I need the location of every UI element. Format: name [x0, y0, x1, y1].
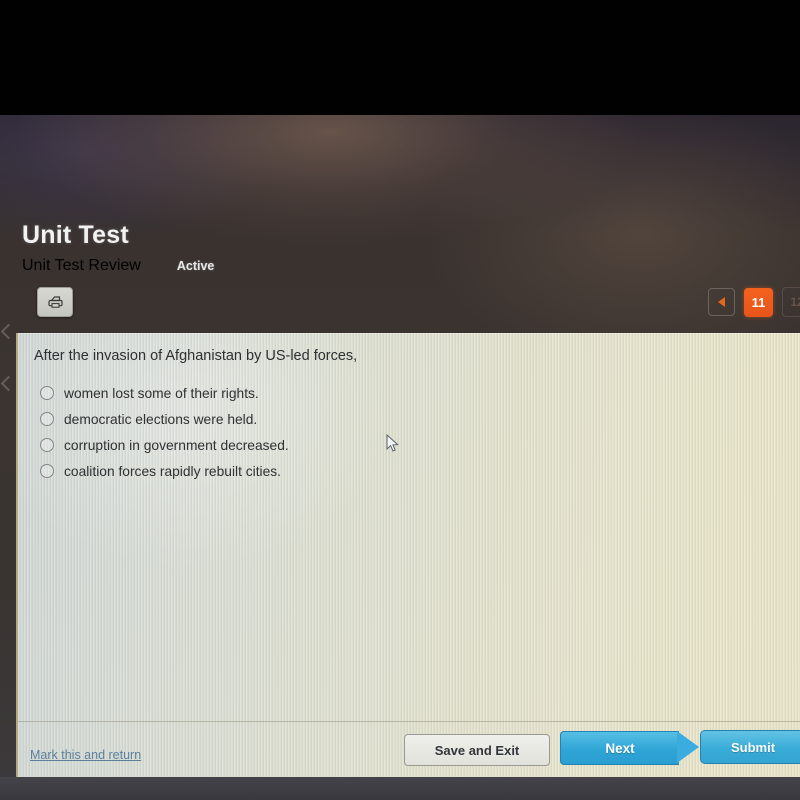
- page-title: Unit Test: [22, 221, 129, 249]
- triangle-left-icon: [718, 297, 725, 307]
- option-row[interactable]: democratic elections were held.: [36, 406, 289, 432]
- mark-this-and-return-link[interactable]: Mark this and return: [30, 748, 141, 762]
- quiz-header: Unit Test Unit Test Review Active: [0, 200, 800, 333]
- option-label: corruption in government decreased.: [64, 437, 289, 453]
- submit-button[interactable]: Submit: [700, 730, 800, 764]
- next-button[interactable]: Next: [560, 731, 679, 765]
- print-button[interactable]: [37, 287, 73, 317]
- subtitle-row: Unit Test Review Active: [22, 257, 214, 275]
- radio-button[interactable]: [40, 438, 54, 452]
- save-and-exit-button[interactable]: Save and Exit: [404, 734, 550, 766]
- previous-question-button[interactable]: [708, 288, 735, 316]
- current-question-badge[interactable]: 11: [744, 287, 773, 317]
- printer-icon: [47, 295, 64, 310]
- photographed-screen: Unit Test Unit Test Review Active 11 12 …: [0, 0, 800, 800]
- option-row[interactable]: corruption in government decreased.: [36, 432, 289, 458]
- next-question-badge[interactable]: 12: [782, 287, 800, 317]
- radio-button[interactable]: [40, 412, 54, 426]
- question-prompt: After the invasion of Afghanistan by US-…: [34, 348, 358, 364]
- question-pager: 11 12: [708, 287, 800, 317]
- option-label: democratic elections were held.: [64, 411, 258, 427]
- option-label: coalition forces rapidly rebuilt cities.: [64, 463, 282, 479]
- option-label: women lost some of their rights.: [64, 385, 259, 401]
- panel-footer: Mark this and return Save and Exit Next …: [18, 721, 800, 777]
- status-badge: Active: [176, 259, 215, 273]
- option-row[interactable]: coalition forces rapidly rebuilt cities.: [36, 458, 289, 484]
- next-arrow-icon[interactable]: [677, 731, 699, 763]
- bottom-bezel: [0, 777, 800, 800]
- answer-options: women lost some of their rights. democra…: [36, 380, 289, 484]
- mouse-pointer-icon: [386, 433, 400, 458]
- top-letterbox: [0, 0, 800, 115]
- radio-button[interactable]: [40, 464, 54, 478]
- radio-button[interactable]: [40, 386, 54, 400]
- option-row[interactable]: women lost some of their rights.: [36, 380, 289, 406]
- action-button-row: Save and Exit Next Submit: [388, 722, 800, 777]
- unit-subtitle: Unit Test Review: [22, 257, 141, 274]
- question-panel: After the invasion of Afghanistan by US-…: [16, 333, 800, 777]
